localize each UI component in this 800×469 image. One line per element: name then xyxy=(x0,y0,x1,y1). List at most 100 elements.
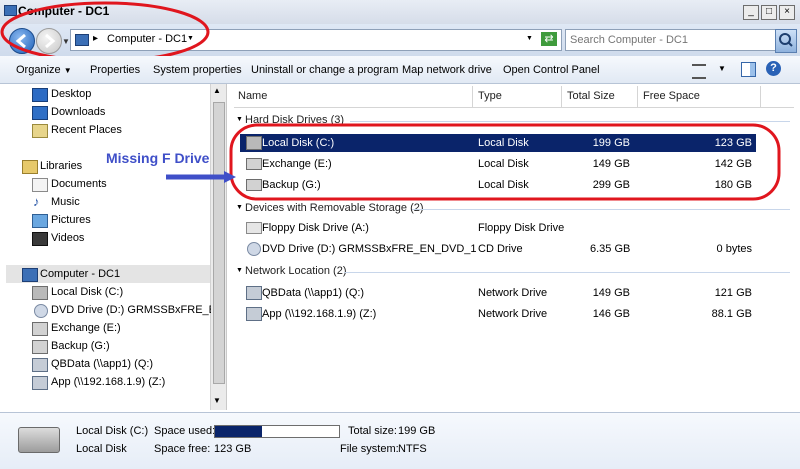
local-disk-large-icon xyxy=(18,427,60,453)
column-header-row: Name Type Total Size Free Space xyxy=(234,86,794,108)
search-box[interactable] xyxy=(565,29,777,51)
help-icon[interactable]: ? xyxy=(766,61,781,76)
view-options-icon[interactable] xyxy=(692,64,706,79)
minimize-button[interactable]: _ xyxy=(743,5,759,20)
refresh-icon[interactable]: ⇄ xyxy=(541,32,557,46)
network-drive-icon xyxy=(32,376,48,390)
organize-label: Organize xyxy=(16,64,61,76)
nav-libraries[interactable]: Libraries xyxy=(40,160,82,172)
floppy-drive-icon xyxy=(246,222,262,234)
view-chevron-icon[interactable]: ▼ xyxy=(718,64,726,73)
open-control-panel-button[interactable]: Open Control Panel xyxy=(503,64,600,76)
row-type: Network Drive xyxy=(478,287,548,299)
nav-documents[interactable]: Documents xyxy=(51,178,107,190)
total-size-value: 199 GB xyxy=(398,425,436,437)
column-total-size[interactable]: Total Size xyxy=(563,86,638,107)
header-divider xyxy=(234,107,794,108)
local-disk-icon xyxy=(32,286,48,300)
row-total: 6.35 GB xyxy=(590,243,631,255)
table-row[interactable]: DVD Drive (D:) GRMSSBxFRE_EN_DVD_1 CD Dr… xyxy=(240,240,756,258)
space-used-fill xyxy=(215,426,263,437)
column-free-space[interactable]: Free Space xyxy=(639,86,761,107)
network-drive-icon xyxy=(246,307,262,321)
address-dropdown-icon[interactable]: ▼ xyxy=(526,35,533,42)
search-input[interactable] xyxy=(568,31,774,49)
annotation-label: Missing F Drive xyxy=(106,150,210,166)
row-name: Floppy Disk Drive (A:) xyxy=(262,222,369,234)
computer-icon xyxy=(22,268,38,282)
network-drive-icon xyxy=(246,286,262,300)
group-collapse-icon[interactable]: ▼ xyxy=(236,204,243,211)
search-button[interactable] xyxy=(775,29,797,53)
table-row[interactable]: QBData (\\app1) (Q:) Network Drive 149 G… xyxy=(240,284,756,302)
preview-pane-icon[interactable] xyxy=(741,62,756,77)
row-name: QBData (\\app1) (Q:) xyxy=(262,287,365,299)
pictures-icon xyxy=(32,214,48,228)
nav-backup-g[interactable]: Backup (G:) xyxy=(51,340,110,352)
column-name[interactable]: Name xyxy=(234,86,473,107)
table-row[interactable]: App (\\192.168.1.9) (Z:) Network Drive 1… xyxy=(240,305,756,323)
network-drive-icon xyxy=(32,358,48,372)
nav-downloads[interactable]: Downloads xyxy=(51,106,105,118)
nav-music[interactable]: Music xyxy=(51,196,80,208)
row-type: Floppy Disk Drive xyxy=(478,222,565,234)
close-button[interactable]: × xyxy=(779,5,795,20)
nav-qbdata-q[interactable]: QBData (\\app1) (Q:) xyxy=(51,358,153,370)
nav-app-z[interactable]: App (\\192.168.1.9) (Z:) xyxy=(51,376,165,388)
desktop-icon xyxy=(32,88,48,102)
row-name: DVD Drive (D:) GRMSSBxFRE_EN_DVD_1 xyxy=(262,243,477,255)
row-type: CD Drive xyxy=(478,243,523,255)
dvd-drive-icon xyxy=(247,242,261,256)
nav-local-disk-c[interactable]: Local Disk (C:) xyxy=(51,286,123,298)
nav-videos[interactable]: Videos xyxy=(51,232,84,244)
group-network-location[interactable]: Network Location (2) xyxy=(245,265,347,277)
space-free-value: 123 GB xyxy=(214,443,252,455)
nav-computer[interactable]: Computer - DC1 xyxy=(40,268,120,280)
nav-scrollbar[interactable]: ▲ ▼ xyxy=(210,84,226,410)
scroll-down-icon[interactable]: ▼ xyxy=(213,396,221,405)
row-total: 146 GB xyxy=(592,308,630,320)
column-type[interactable]: Type xyxy=(474,86,562,107)
videos-icon xyxy=(32,232,48,246)
nav-dvd-drive-d[interactable]: DVD Drive (D:) GRMSSBxFRE_EN_D xyxy=(51,304,211,316)
organize-menu[interactable]: Organize ▼ xyxy=(16,64,72,76)
space-used-label: Space used: xyxy=(154,425,216,437)
nav-recent-places[interactable]: Recent Places xyxy=(51,124,122,136)
row-total: 149 GB xyxy=(592,287,630,299)
command-bar: Organize ▼ Properties System properties … xyxy=(0,56,800,84)
group-collapse-icon[interactable]: ▼ xyxy=(236,267,243,274)
maximize-button[interactable]: □ xyxy=(761,5,777,20)
system-properties-button[interactable]: System properties xyxy=(153,64,242,76)
drive-icon xyxy=(32,340,48,354)
uninstall-program-button[interactable]: Uninstall or change a program xyxy=(251,64,398,76)
file-system-label: File system: xyxy=(340,443,399,455)
total-size-label: Total size: xyxy=(348,425,397,437)
nav-desktop[interactable]: Desktop xyxy=(51,88,91,100)
file-system-value: NTFS xyxy=(398,443,427,455)
map-network-drive-button[interactable]: Map network drive xyxy=(402,64,492,76)
nav-exchange-e[interactable]: Exchange (E:) xyxy=(51,322,121,334)
space-free-label: Space free: xyxy=(154,443,211,455)
scroll-thumb[interactable] xyxy=(213,102,225,384)
group-removable-storage[interactable]: Devices with Removable Storage (2) xyxy=(245,202,424,214)
documents-icon xyxy=(32,178,48,192)
nav-pictures[interactable]: Pictures xyxy=(51,214,91,226)
chevron-down-icon: ▼ xyxy=(63,66,72,75)
downloads-icon xyxy=(32,106,48,120)
drive-icon xyxy=(32,322,48,336)
details-pane: Local Disk (C:) Local Disk Space used: S… xyxy=(0,412,800,469)
details-drive-name: Local Disk (C:) xyxy=(76,425,149,437)
group-divider xyxy=(344,272,790,273)
row-type: Network Drive xyxy=(478,308,548,320)
search-icon xyxy=(779,33,793,47)
row-name: App (\\192.168.1.9) (Z:) xyxy=(262,308,377,320)
row-free: 121 GB xyxy=(714,287,752,299)
properties-button[interactable]: Properties xyxy=(90,64,140,76)
table-row[interactable]: Floppy Disk Drive (A:) Floppy Disk Drive xyxy=(240,219,756,237)
space-used-bar xyxy=(214,425,340,438)
scroll-up-icon[interactable]: ▲ xyxy=(213,86,221,95)
libraries-icon xyxy=(22,160,38,174)
music-icon: ♪ xyxy=(33,194,40,209)
annotation-arrow-icon xyxy=(166,171,236,183)
group-divider xyxy=(412,209,790,210)
